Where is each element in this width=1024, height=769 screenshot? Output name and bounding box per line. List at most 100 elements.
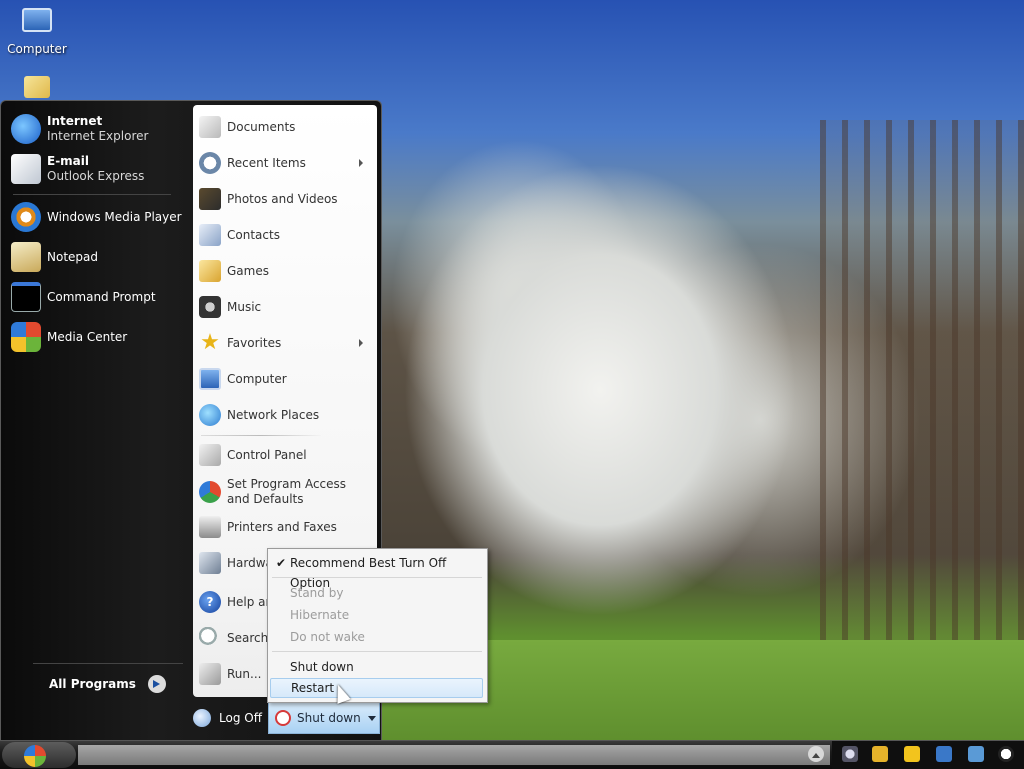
place-computer[interactable]: Computer <box>199 364 371 394</box>
desktop-icon-label: Computer <box>7 42 67 56</box>
place-label: Run... <box>227 666 262 681</box>
place-label: Favorites <box>227 335 282 350</box>
display-tray-icon[interactable] <box>968 746 984 762</box>
menu-item-label: Stand by <box>290 586 344 600</box>
menu-item-label: Restart <box>291 681 335 695</box>
menu-item-label: Hibernate <box>290 608 350 622</box>
windows-logo-icon <box>24 745 46 767</box>
program-access-icon <box>199 481 221 503</box>
printer-icon <box>199 516 221 538</box>
checkmark-icon: ✔ <box>276 556 287 570</box>
recent-media-player[interactable]: Windows Media Player <box>11 199 187 235</box>
place-label: Search <box>227 630 269 645</box>
computer-icon <box>22 8 52 32</box>
pinned-title: E-mail <box>47 154 90 168</box>
place-documents[interactable]: Documents <box>199 112 371 142</box>
recent-items-icon <box>199 152 221 174</box>
wallpaper-trees <box>820 120 1024 640</box>
system-control-panel[interactable]: Control Panel <box>199 440 371 470</box>
favorites-star-icon: ★ <box>200 330 220 355</box>
hardware-icon <box>199 552 221 574</box>
place-label: Contacts <box>227 227 280 242</box>
tray-expand-icon[interactable] <box>808 746 824 762</box>
pinned-email[interactable]: E-mail Outlook Express <box>11 151 187 187</box>
log-off-icon <box>193 709 211 727</box>
programs-pane: Internet Internet Explorer E-mail Outlook … <box>3 103 189 703</box>
music-icon <box>199 296 221 318</box>
log-off-button[interactable]: Log Off <box>193 705 262 731</box>
place-label: Documents <box>227 119 296 134</box>
place-label: Photos and Videos <box>227 191 338 206</box>
menu-item-shut-down[interactable]: Shut down <box>270 657 483 677</box>
pinned-subtitle: Outlook Express <box>47 169 145 183</box>
desktop-icon-mail[interactable] <box>2 76 72 102</box>
pinned-separator <box>13 194 171 195</box>
network-tray-icon[interactable] <box>936 746 952 762</box>
photos-icon <box>199 188 221 210</box>
search-icon <box>199 627 221 649</box>
system-program-access[interactable]: Set Program Access and Defaults <box>199 475 371 509</box>
contacts-icon <box>199 224 221 246</box>
power-tray-icon[interactable] <box>904 746 920 762</box>
recent-label: Command Prompt <box>47 289 156 304</box>
all-programs-separator <box>33 663 183 664</box>
menu-item-label: Shut down <box>290 660 354 674</box>
network-icon <box>199 404 221 426</box>
bell-tray-icon[interactable] <box>872 746 888 762</box>
taskbar-buttons-area[interactable] <box>78 745 830 765</box>
control-panel-icon <box>199 444 221 466</box>
start-button[interactable] <box>2 742 76 768</box>
place-label: Set Program Access and Defaults <box>227 477 347 506</box>
recent-notepad[interactable]: Notepad <box>11 239 187 275</box>
recent-label: Media Center <box>47 329 128 344</box>
computer-icon <box>199 368 221 390</box>
run-icon <box>199 663 221 685</box>
internet-explorer-icon <box>11 114 41 144</box>
system-tray <box>832 741 1024 769</box>
media-center-icon <box>11 322 41 352</box>
pinned-title: Internet <box>47 114 103 128</box>
place-label: Hardwa <box>227 555 273 570</box>
menu-item-recommend[interactable]: ✔ Recommend Best Turn Off Option <box>270 553 483 590</box>
menu-item-hibernate[interactable]: Hibernate <box>270 605 483 625</box>
desktop-icon-computer[interactable]: Computer <box>2 6 72 56</box>
pinned-internet[interactable]: Internet Internet Explorer <box>11 111 187 147</box>
place-photos[interactable]: Photos and Videos <box>199 184 371 214</box>
menu-item-restart[interactable]: Restart <box>270 678 483 698</box>
place-label: Music <box>227 299 262 314</box>
menu-separator <box>272 651 482 652</box>
magnifier-tray-icon[interactable] <box>842 746 858 762</box>
places-separator <box>201 435 321 436</box>
games-icon <box>199 260 221 282</box>
system-printers[interactable]: Printers and Faxes <box>199 512 371 542</box>
shut-down-button[interactable]: Shut down <box>268 702 366 734</box>
media-player-icon <box>11 202 41 232</box>
help-icon: ? <box>199 591 221 613</box>
place-recent-items[interactable]: Recent Items <box>199 148 371 178</box>
shut-down-options-button[interactable] <box>365 702 380 734</box>
place-network[interactable]: Network Places <box>199 400 371 430</box>
menu-item-stand-by[interactable]: Stand by <box>270 583 483 603</box>
place-games[interactable]: Games <box>199 256 371 286</box>
power-bar: Log Off Shut down <box>193 701 381 739</box>
all-programs-button[interactable]: All Programs <box>49 675 166 693</box>
taskbar <box>0 740 1024 769</box>
recent-media-center[interactable]: Media Center <box>11 319 187 355</box>
place-music[interactable]: Music <box>199 292 371 322</box>
arrow-right-icon <box>147 675 166 693</box>
outlook-express-icon <box>11 154 41 184</box>
recent-command-prompt[interactable]: Command Prompt <box>11 279 187 315</box>
place-label: Recent Items <box>227 155 306 170</box>
recent-label: Windows Media Player <box>47 209 182 224</box>
menu-separator <box>272 577 482 578</box>
clock-tray-icon[interactable] <box>998 746 1014 762</box>
shut-down-label: Shut down <box>297 711 361 725</box>
place-favorites[interactable]: ★ Favorites <box>199 328 371 358</box>
all-programs-label: All Programs <box>49 677 136 691</box>
place-label: Control Panel <box>227 447 307 462</box>
mail-icon <box>24 76 50 98</box>
menu-item-do-not-wake[interactable]: Do not wake <box>270 627 483 647</box>
recent-label: Notepad <box>47 249 98 264</box>
place-contacts[interactable]: Contacts <box>199 220 371 250</box>
shut-down-options-menu: ✔ Recommend Best Turn Off Option Stand b… <box>267 548 488 703</box>
